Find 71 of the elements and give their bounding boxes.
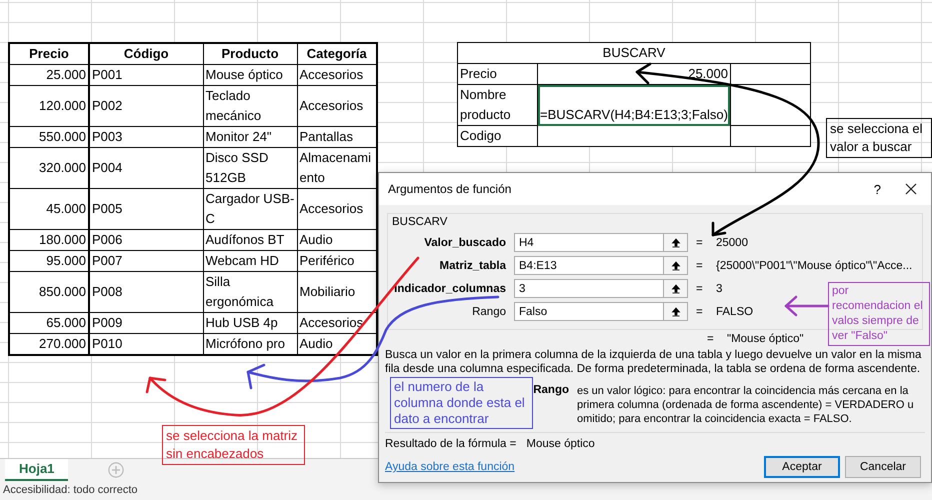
equals-sign: =: [696, 236, 704, 248]
formula-result-label: Resultado de la fórmula =: [385, 438, 516, 450]
table-cell: P007: [89, 250, 203, 272]
column-header: Producto: [203, 43, 297, 64]
table-cell: Nombre producto: [458, 84, 538, 126]
argument-field[interactable]: 3: [514, 279, 664, 298]
table-cell: Precio: [458, 64, 538, 84]
function-name: BUSCARV: [392, 216, 448, 228]
table-cell: Hub USB 4p: [203, 312, 297, 334]
table-cell: Disco SSD 512GB: [203, 148, 297, 188]
table-cell: Webcam HD: [203, 250, 297, 272]
column-header: Código: [89, 43, 203, 64]
help-link[interactable]: Ayuda sobre esta función: [385, 461, 759, 473]
table-cell: 320.000: [9, 148, 89, 188]
argument-result: 25000: [716, 236, 748, 248]
equals-sign: =: [696, 306, 704, 318]
table-title: BUSCARV: [458, 42, 810, 64]
table-cell: Audífonos BT: [203, 230, 297, 250]
table-cell: Cargador USB-C: [203, 188, 297, 230]
cancel-button[interactable]: Cancelar: [845, 456, 921, 478]
table-cell: P001: [89, 64, 203, 86]
sheet-tab[interactable]: Hoja1: [5, 458, 68, 480]
argument-result: {25000\"P001"\"Mouse óptico"\"Acce...: [716, 260, 912, 272]
table-cell: Silla ergonómica: [203, 272, 297, 312]
table-cell[interactable]: 25.000: [538, 64, 730, 84]
argument-result: 3: [716, 282, 722, 294]
table-cell: 95.000: [9, 250, 89, 272]
help-button[interactable]: ?: [874, 182, 881, 196]
function-description: Busca un valor en la primera columna de la izquierda de una tabla y luego devuelve un valor en la misma fila desde una columna especificada. De forma predeterminada, la tabla se ordena de forma ascendente.: [385, 348, 922, 376]
table-cell: 120.000: [9, 86, 89, 126]
table-cell[interactable]: =BUSCARV(H4;B4:E13;3;Falso): [538, 84, 730, 126]
argument-label: Valor_buscado: [423, 236, 507, 248]
equals-sign: =: [696, 282, 704, 294]
dialog-title: Argumentos de función: [388, 182, 512, 196]
argument-help-label: Rango: [532, 384, 570, 398]
table-cell: 25.000: [9, 64, 89, 86]
argument-label: Matriz_tabla: [438, 260, 507, 272]
table-cell: Mouse óptico: [203, 64, 297, 86]
table-cell: P003: [89, 126, 203, 148]
column-header: Precio: [9, 43, 89, 64]
table-cell: 550.000: [9, 126, 89, 148]
argument-field[interactable]: Falso: [514, 302, 664, 321]
argument-help-text: es un valor lógico: para encontrar la coincidencia más cercana en la primera columna (ordenada de forma ascendente) = VERDADERO u omitido; para encontrar la coincidencia exacta = FALSO.: [577, 384, 915, 426]
table-cell: 180.000: [9, 230, 89, 250]
table-cell: Teclado mecánico: [203, 86, 297, 126]
equals-sign: =: [696, 260, 704, 272]
accept-button[interactable]: Aceptar: [764, 456, 840, 478]
argument-label: Rango: [471, 306, 507, 318]
table-cell: P005: [89, 188, 203, 230]
function-result: "Mouse óptico": [727, 333, 804, 345]
table-cell: Codigo: [458, 126, 538, 146]
annotation-note: se selecciona la matriz sin encabezados: [162, 425, 305, 465]
table-cell: 45.000: [9, 188, 89, 230]
table-cell: P006: [89, 230, 203, 250]
table-cell: 850.000: [9, 272, 89, 312]
table-cell: P002: [89, 86, 203, 126]
table-cell: P004: [89, 148, 203, 188]
annotation-note: el numero de la columna donde esta el dato a encontrar: [390, 377, 533, 429]
argument-label: Indicador_columnas: [393, 282, 507, 294]
formula-result: Mouse óptico: [526, 438, 595, 450]
table-cell: 65.000: [9, 312, 89, 334]
status-text: Accesibilidad: todo correcto: [3, 484, 138, 496]
annotation-note: se selecciona el valor a buscar: [826, 118, 932, 158]
table-cell: P008: [89, 272, 203, 312]
argument-field[interactable]: B4:E13: [514, 256, 664, 275]
annotation-note: por recomendacion el valos siempre de ver "Falso": [828, 282, 930, 346]
table-cell: P009: [89, 312, 203, 334]
argument-result: FALSO: [716, 306, 754, 318]
argument-field[interactable]: H4: [514, 233, 664, 252]
table-cell: Monitor 24": [203, 126, 297, 148]
equals-sign: =: [707, 333, 715, 345]
